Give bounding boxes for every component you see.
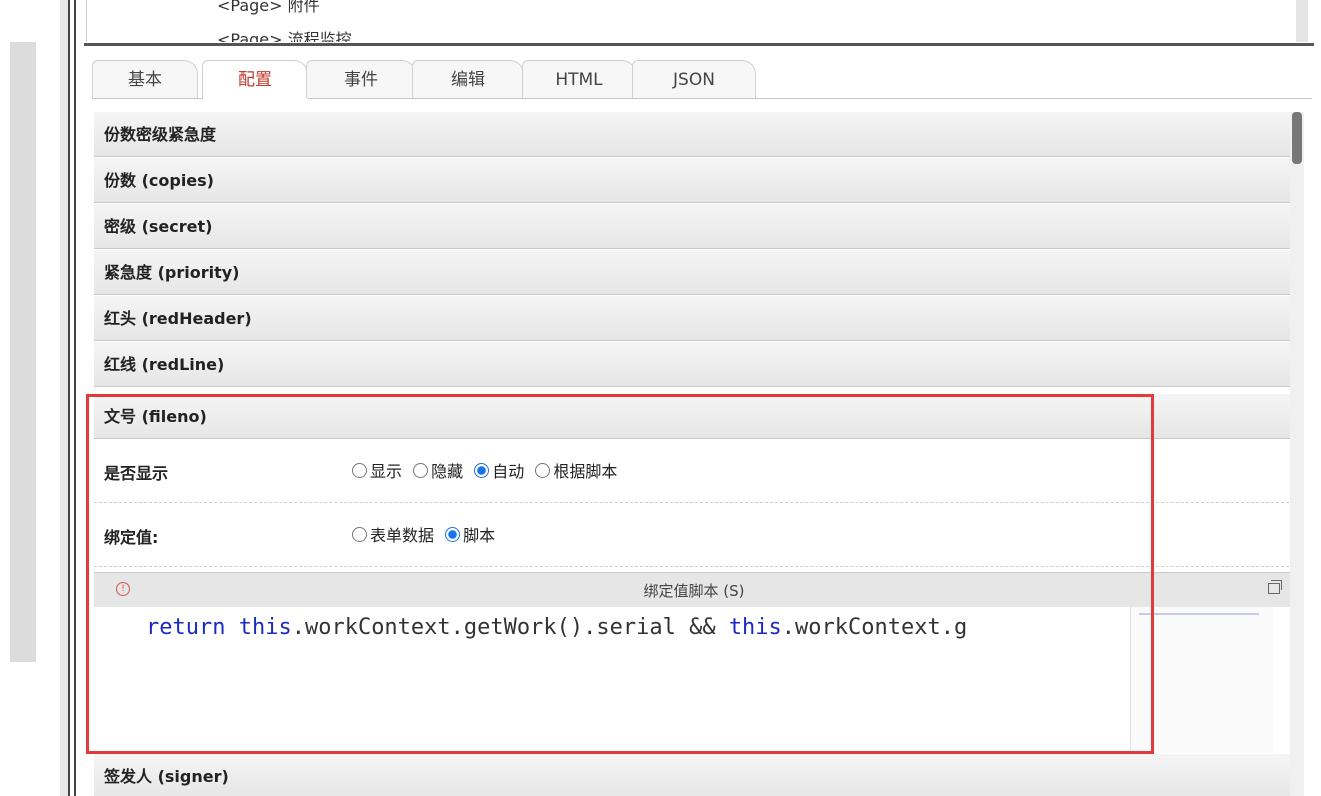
visibility-option-auto[interactable]: 自动 (474, 458, 524, 482)
tree-splitter[interactable] (84, 43, 1314, 46)
tab-events[interactable]: 事件 (306, 60, 416, 98)
visibility-option-hide[interactable]: 隐藏 (413, 458, 463, 482)
page-tree: <Page> 附件 <Page> 流程监控 (86, 0, 1298, 42)
tree-item-flow-monitor[interactable]: <Page> 流程监控 (217, 26, 352, 42)
code-keyword-this-2: this (728, 615, 782, 640)
bind-script-title: 绑定值脚本 (S) (643, 582, 745, 600)
section-red-header[interactable]: 红头 (redHeader) (94, 296, 1294, 341)
fileno-visibility-row: 是否显示 显示 隐藏 自动 根据脚本 (94, 440, 1294, 503)
tree-item-attachment[interactable]: <Page> 附件 (217, 0, 320, 16)
bind-value-label: 绑定值: (104, 528, 159, 547)
radio-by-script[interactable] (535, 462, 551, 478)
tab-config[interactable]: 配置 (202, 60, 308, 99)
splitter[interactable] (60, 0, 70, 796)
section-secret[interactable]: 密级 (secret) (94, 204, 1294, 249)
code-expression: .workContext.getWork().serial && (291, 615, 729, 640)
bind-option-script[interactable]: 脚本 (445, 522, 495, 546)
section-red-line[interactable]: 红线 (redLine) (94, 342, 1294, 387)
script-editor[interactable]: return this.workContext.getWork().serial… (94, 607, 1294, 753)
radio-hide[interactable] (413, 462, 429, 478)
tab-html[interactable]: HTML (522, 60, 636, 98)
radio-form-data[interactable] (352, 526, 367, 542)
bind-options: 表单数据 脚本 (352, 522, 501, 546)
radio-auto[interactable] (474, 462, 490, 478)
section-fileno[interactable]: 文号 (fileno) (94, 394, 1294, 439)
code-keyword-this: this (238, 615, 292, 640)
bind-option-form-data[interactable]: 表单数据 (352, 522, 434, 546)
section-priority[interactable]: 紧急度 (priority) (94, 250, 1294, 295)
code-tail: .workContext.g (781, 615, 968, 640)
panel-scrollbar-thumb[interactable] (1292, 112, 1302, 164)
visibility-option-show[interactable]: 显示 (352, 458, 402, 482)
restore-window-icon[interactable] (1268, 580, 1282, 594)
code-minimap[interactable] (1130, 607, 1273, 753)
tab-json[interactable]: JSON (632, 60, 756, 98)
section-copies-secret-priority[interactable]: 份数密级紧急度 (94, 112, 1294, 157)
radio-form-data-label: 表单数据 (370, 526, 435, 545)
tab-edit[interactable]: 编辑 (412, 60, 524, 98)
radio-hide-label: 隐藏 (431, 462, 464, 481)
panel-scrollbar[interactable] (1290, 112, 1304, 796)
property-tabs: 基本 配置 事件 编辑 HTML JSON (92, 60, 1312, 99)
radio-by-script-label: 根据脚本 (553, 462, 618, 481)
code-line[interactable]: return this.workContext.getWork().serial… (146, 615, 1126, 640)
section-copies[interactable]: 份数 (copies) (94, 158, 1294, 203)
visibility-option-script[interactable]: 根据脚本 (535, 458, 617, 482)
radio-show[interactable] (352, 462, 367, 478)
visibility-label: 是否显示 (104, 464, 169, 483)
bind-script-header: ! 绑定值脚本 (S) (94, 572, 1294, 608)
config-panel: 份数密级紧急度 份数 (copies) 密级 (secret) 紧急度 (pri… (94, 112, 1294, 796)
radio-script-label: 脚本 (463, 526, 496, 545)
code-keyword-return: return (146, 615, 226, 640)
visibility-options: 显示 隐藏 自动 根据脚本 (352, 458, 623, 482)
radio-show-label: 显示 (370, 462, 403, 481)
fileno-bind-row: 绑定值: 表单数据 脚本 (94, 504, 1294, 567)
left-scroll-track[interactable] (10, 42, 36, 662)
radio-auto-label: 自动 (492, 462, 525, 481)
radio-script[interactable] (445, 526, 461, 542)
tab-basic[interactable]: 基本 (92, 60, 198, 98)
divider (74, 0, 76, 796)
tree-scrollbar[interactable] (1296, 0, 1308, 42)
section-signer[interactable]: 签发人 (signer) (94, 754, 1294, 796)
left-strip (0, 0, 38, 796)
